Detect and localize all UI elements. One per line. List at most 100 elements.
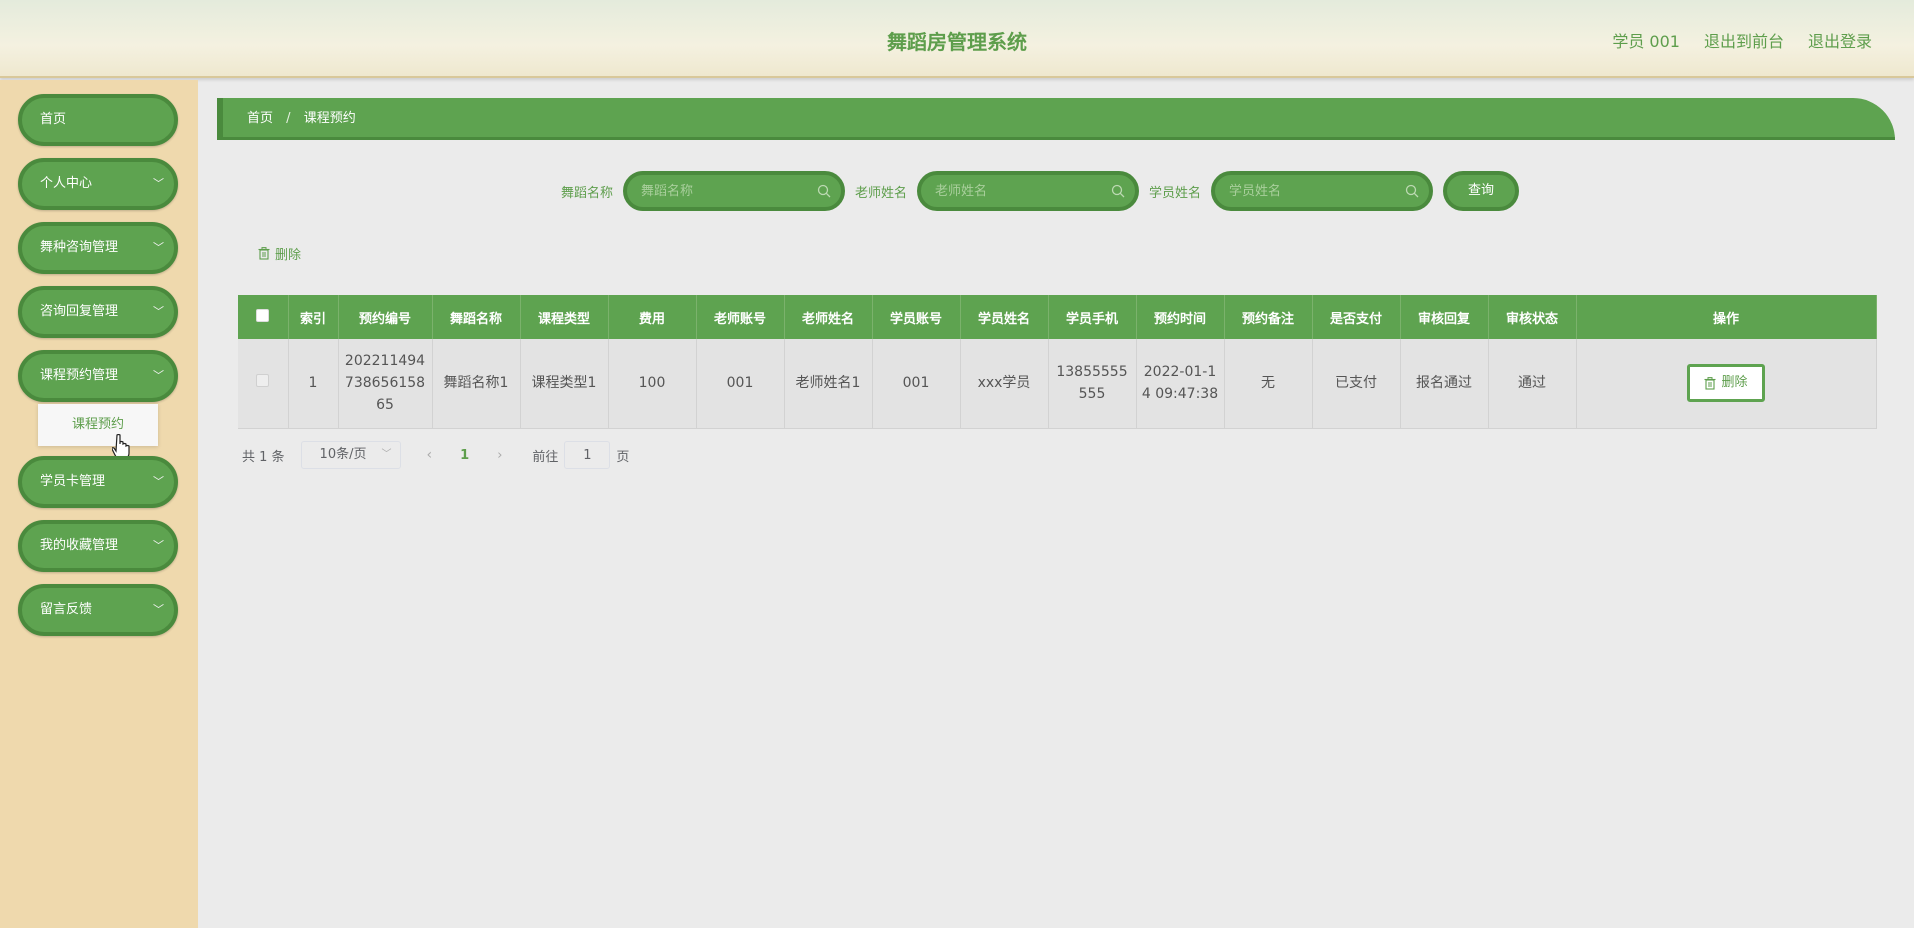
sidebar-item-course-booking[interactable]: 课程预约管理 ﹀ [18,350,178,402]
table-cell: 1 [288,339,339,429]
sidebar-item-label: 留言反馈 [40,602,93,617]
sidebar-item-dance-consult[interactable]: 舞种咨询管理 ﹀ [18,222,178,274]
breadcrumb-home[interactable]: 首页 [247,111,273,126]
sidebar-item-feedback[interactable]: 留言反馈 ﹀ [18,584,178,636]
column-header: 学员姓名 [960,295,1049,339]
sidebar-item-label: 个人中心 [40,176,93,191]
chevron-down-icon: ﹀ [153,177,164,190]
total-count: 共 1 条 [242,449,285,465]
sidebar-item-consult-reply[interactable]: 咨询回复管理 ﹀ [18,286,178,338]
table-cell: 老师姓名1 [784,339,873,429]
chevron-down-icon: ﹀ [153,241,164,254]
teacher-name-label: 老师姓名 [855,185,908,201]
column-header: 学员手机 [1048,295,1137,339]
action-cell: 删除 [1576,339,1877,429]
student-name-label: 学员姓名 [1149,185,1202,201]
breadcrumb-current: 课程预约 [303,111,356,126]
table-cell: xxx学员 [960,339,1049,429]
batch-delete-label: 删除 [275,248,302,263]
sidebar-item-home[interactable]: 首页 [18,94,178,146]
search-icon [1405,184,1419,198]
column-header: 预约备注 [1224,295,1313,339]
column-header: 预约时间 [1136,295,1225,339]
column-header: 舞蹈名称 [432,295,521,339]
chevron-down-icon: ﹀ [153,539,164,552]
search-bar: 舞蹈名称 老师姓名 学员姓名 查询 [561,171,1520,211]
sidebar-item-my-favorites[interactable]: 我的收藏管理 ﹀ [18,520,178,572]
goto-label: 前往 [532,449,559,465]
chevron-down-icon: ﹀ [153,603,164,616]
sidebar-item-student-card[interactable]: 学员卡管理 ﹀ [18,456,178,508]
sidebar-item-label: 我的收藏管理 [40,538,119,553]
table-cell: 001 [696,339,785,429]
table-cell: 舞蹈名称1 [432,339,521,429]
student-name-search [1211,171,1434,211]
page-size-value: 10条/页 [319,447,367,462]
top-links: 学员 001 退出到前台 退出登录 [1612,28,1872,52]
teacher-name-search [917,171,1140,211]
column-header: 学员账号 [872,295,961,339]
column-header: 老师账号 [696,295,785,339]
student-name-input[interactable] [1215,175,1386,207]
search-icon [817,184,831,198]
row-checkbox[interactable] [256,374,270,388]
sidebar-item-label: 首页 [40,112,67,127]
column-header: 预约编号 [338,295,433,339]
select-all-checkbox[interactable] [256,308,270,322]
table-cell: 已支付 [1312,339,1401,429]
next-page-icon[interactable]: › [497,448,502,463]
row-delete-button[interactable]: 删除 [1687,364,1765,403]
table-cell: 报名通过 [1400,339,1489,429]
sidebar-item-personal-center[interactable]: 个人中心 ﹀ [18,158,178,210]
trash-icon [258,247,270,260]
column-header: 索引 [288,295,339,339]
dance-name-label: 舞蹈名称 [561,185,614,201]
chevron-down-icon: ﹀ [381,449,392,460]
goto-suffix: 页 [616,449,630,465]
dance-name-search [623,171,846,211]
sidebar-item-label: 学员卡管理 [40,474,106,489]
query-button[interactable]: 查询 [1443,171,1520,211]
table-row: 1 2022114947386561586​5 舞蹈名称1 课程类型1 100 … [238,339,1877,429]
dance-name-input[interactable] [627,175,798,207]
logout-link[interactable]: 退出登录 [1808,28,1872,52]
table-cell: 通过 [1488,339,1577,429]
table-header-row: 索引 预约编号 舞蹈名称 课程类型 费用 老师账号 老师姓名 学员账号 学员姓名… [238,295,1877,339]
page-size-select[interactable]: 10条/页 ﹀ [300,441,401,469]
row-select-cell [238,339,289,429]
chevron-down-icon: ﹀ [153,475,164,488]
breadcrumb: 首页 / 课程预约 [217,98,1895,140]
table-cell: 001 [872,339,961,429]
column-header: 审核状态 [1488,295,1577,339]
teacher-name-input[interactable] [921,175,1092,207]
submenu-item-course-booking[interactable]: 课程预约 [38,404,158,446]
booking-table: 索引 预约编号 舞蹈名称 课程类型 费用 老师账号 老师姓名 学员账号 学员姓名… [238,295,1877,429]
table-cell: 2022-01-14 09:47:38 [1136,339,1225,429]
page-number[interactable]: 1 [460,448,469,463]
select-all-cell [238,295,289,339]
table-cell: 100 [608,339,697,429]
sidebar-item-label: 课程预约管理 [40,368,119,383]
column-header: 是否支付 [1312,295,1401,339]
column-header: 费用 [608,295,697,339]
pagination: 共 1 条 10条/页 ﹀ ‹ 1 › 前往 页 [242,441,629,469]
search-icon [1111,184,1125,198]
table-cell: 课程类型1 [520,339,609,429]
trash-icon [1704,376,1716,390]
breadcrumb-separator: / [286,111,291,126]
exit-to-frontend-link[interactable]: 退出到前台 [1704,28,1784,52]
sidebar: 首页 个人中心 ﹀ 舞种咨询管理 ﹀ 咨询回复管理 ﹀ 课程预约管理 ﹀ 课程预… [0,80,198,928]
chevron-down-icon: ﹀ [153,369,164,382]
batch-delete-button[interactable]: 删除 [258,244,301,263]
top-header: 舞蹈房管理系统 学员 001 退出到前台 退出登录 [0,0,1914,78]
sidebar-item-label: 舞种咨询管理 [40,240,119,255]
prev-page-icon[interactable]: ‹ [427,447,433,463]
table-cell: 无 [1224,339,1313,429]
column-header: 审核回复 [1400,295,1489,339]
sidebar-item-label: 咨询回复管理 [40,304,119,319]
user-account-link[interactable]: 学员 001 [1612,28,1680,52]
goto-page-input[interactable] [564,441,611,469]
column-header: 操作 [1576,295,1877,339]
column-header: 课程类型 [520,295,609,339]
chevron-down-icon: ﹀ [153,305,164,318]
